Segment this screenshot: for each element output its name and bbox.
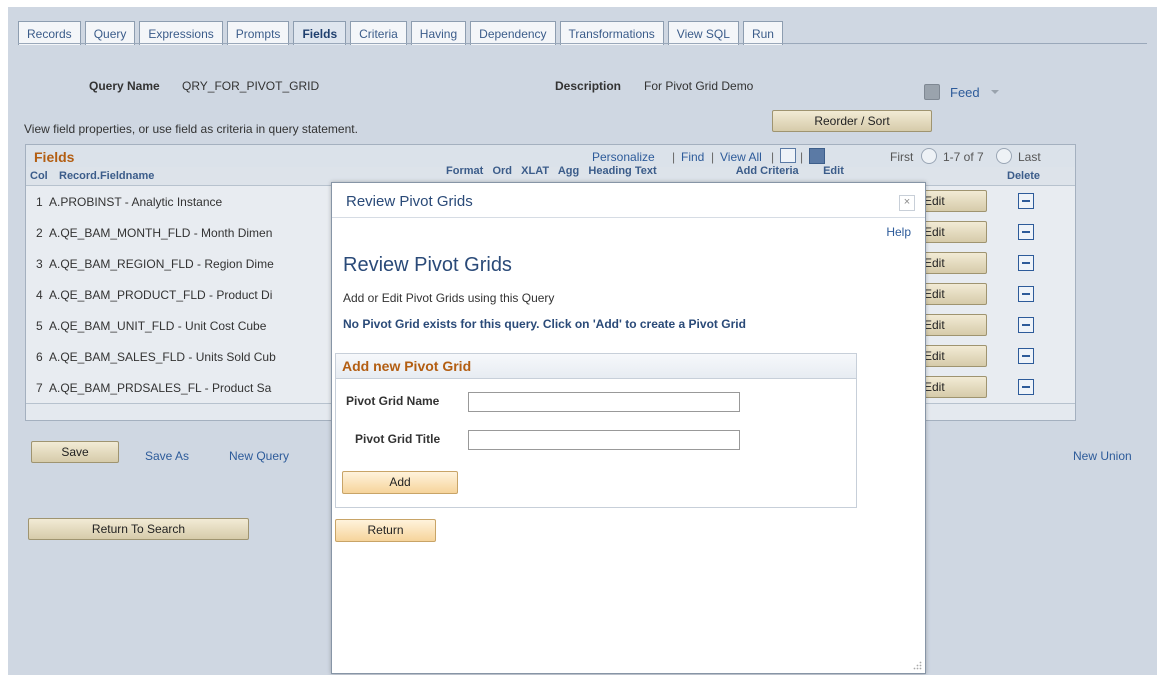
delete-row-icon[interactable] — [1018, 286, 1034, 302]
zoom-icon[interactable] — [780, 148, 796, 163]
modal-title-divider — [332, 217, 925, 218]
delete-row-icon[interactable] — [1018, 193, 1034, 209]
row-col-number: 5 — [36, 319, 43, 333]
pivot-grid-name-input[interactable] — [468, 392, 740, 412]
delete-row-icon[interactable] — [1018, 224, 1034, 240]
section-title: Add new Pivot Grid — [336, 354, 856, 379]
add-pivot-grid-section: Add new Pivot Grid Pivot Grid Name Pivot… — [335, 353, 857, 508]
rss-feed-icon[interactable] — [924, 84, 940, 100]
last-label: Last — [1018, 150, 1041, 164]
delete-row-icon[interactable] — [1018, 348, 1034, 364]
first-label: First — [890, 150, 914, 164]
fieldname-header: Record.Fieldname — [59, 170, 155, 182]
instruction-text: View field properties, or use field as c… — [24, 122, 358, 136]
description-label: Description — [555, 79, 622, 93]
review-pivot-grids-modal: Review Pivot Grids × Help Review Pivot G… — [331, 182, 926, 674]
tab-records[interactable]: Records — [18, 21, 81, 45]
pivot-grid-title-label: Pivot Grid Title — [355, 432, 441, 446]
add-button[interactable]: Add — [342, 471, 458, 494]
next-icon[interactable] — [996, 148, 1012, 164]
row-range: 1-7 of 7 — [943, 150, 984, 164]
row-col-number: 1 — [36, 195, 43, 209]
description-value: For Pivot Grid Demo — [644, 79, 754, 93]
tab-bar: Records Query Expressions Prompts Fields Crit… — [18, 21, 783, 45]
row-col-number: 3 — [36, 257, 43, 271]
tab-having[interactable]: Having — [410, 21, 467, 45]
personalize-link[interactable]: Personalize — [592, 150, 655, 164]
pivot-grid-name-label: Pivot Grid Name — [346, 394, 440, 408]
close-icon[interactable]: × — [899, 195, 915, 211]
tab-fields[interactable]: Fields — [293, 21, 347, 45]
download-icon[interactable] — [809, 148, 825, 164]
view-all-link[interactable]: View All — [720, 150, 762, 164]
tab-expressions[interactable]: Expressions — [139, 21, 223, 45]
reorder-sort-button[interactable]: Reorder / Sort — [772, 110, 932, 132]
col-header: Col — [30, 170, 48, 182]
find-link[interactable]: Find — [681, 150, 704, 164]
modal-subtitle: Add or Edit Pivot Grids using this Query — [343, 291, 555, 305]
row-col-number: 7 — [36, 381, 43, 395]
tab-divider — [18, 43, 1147, 44]
row-fieldname: A.QE_BAM_SALES_FLD - Units Sold Cub — [49, 350, 276, 364]
delete-row-icon[interactable] — [1018, 379, 1034, 395]
new-query-link[interactable]: New Query — [229, 449, 289, 463]
save-button[interactable]: Save — [31, 441, 119, 463]
grid-title: Fields — [34, 149, 75, 165]
row-fieldname: A.QE_BAM_PRODUCT_FLD - Product Di — [49, 288, 273, 302]
row-fieldname: A.QE_BAM_MONTH_FLD - Month Dimen — [49, 226, 273, 240]
tab-query[interactable]: Query — [84, 21, 136, 45]
resize-grip-icon[interactable] — [912, 660, 922, 670]
query-name-label: Query Name — [89, 79, 160, 93]
tab-transformations[interactable]: Transformations — [559, 21, 664, 45]
row-col-number: 2 — [36, 226, 43, 240]
feed-link[interactable]: Feed — [950, 85, 980, 100]
partial-headers: Format Ord XLAT Agg Heading Text Add Cri… — [446, 165, 844, 177]
row-col-number: 6 — [36, 350, 43, 364]
help-link[interactable]: Help — [886, 225, 911, 239]
row-col-number: 4 — [36, 288, 43, 302]
modal-heading: Review Pivot Grids — [343, 254, 512, 276]
previous-icon[interactable] — [921, 148, 937, 164]
save-as-link[interactable]: Save As — [145, 449, 189, 463]
tab-criteria[interactable]: Criteria — [350, 21, 407, 45]
tab-dependency[interactable]: Dependency — [470, 21, 556, 45]
return-to-search-button[interactable]: Return To Search — [28, 518, 249, 540]
return-button[interactable]: Return — [335, 519, 436, 542]
row-fieldname: A.PROBINST - Analytic Instance — [49, 195, 223, 209]
row-fieldname: A.QE_BAM_REGION_FLD - Region Dime — [49, 257, 274, 271]
pivot-grid-title-input[interactable] — [468, 430, 740, 450]
row-fieldname: A.QE_BAM_PRDSALES_FL - Product Sa — [49, 381, 272, 395]
delete-row-icon[interactable] — [1018, 255, 1034, 271]
chevron-down-icon[interactable] — [991, 90, 999, 94]
query-name-value: QRY_FOR_PIVOT_GRID — [182, 79, 320, 93]
tab-view-sql[interactable]: View SQL — [667, 21, 739, 45]
tab-prompts[interactable]: Prompts — [226, 21, 290, 45]
modal-title: Review Pivot Grids — [346, 193, 473, 210]
new-union-link[interactable]: New Union — [1073, 449, 1132, 463]
delete-row-icon[interactable] — [1018, 317, 1034, 333]
tab-run[interactable]: Run — [742, 21, 783, 45]
delete-header: Delete — [1007, 170, 1041, 182]
no-pivot-notice: No Pivot Grid exists for this query. Cli… — [343, 317, 746, 331]
row-fieldname: A.QE_BAM_UNIT_FLD - Unit Cost Cube — [49, 319, 267, 333]
